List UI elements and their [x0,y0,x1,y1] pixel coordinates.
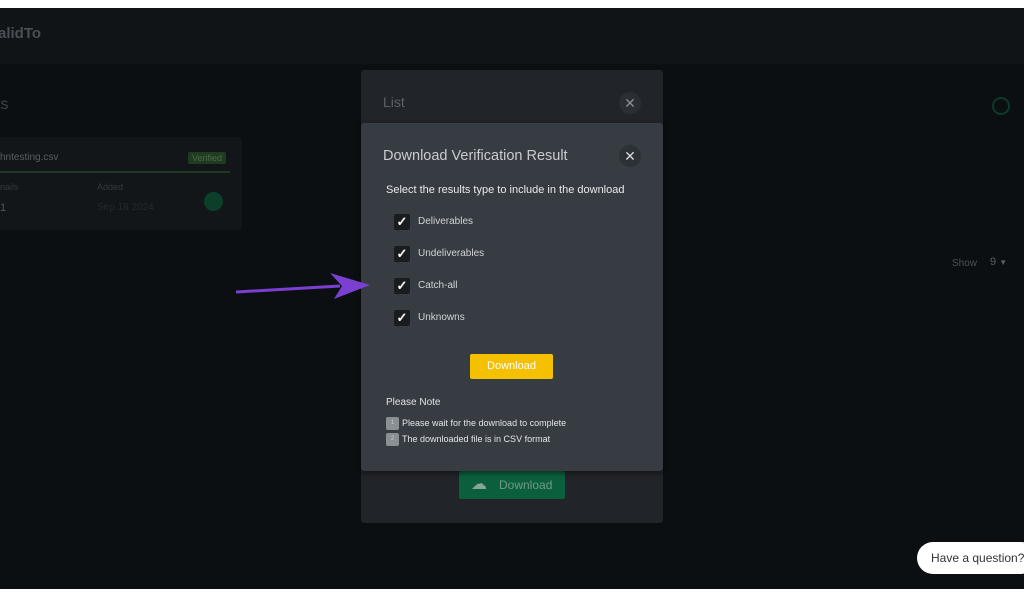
list-card[interactable]: hntesting.csv Verified nails 1 Added Sep… [0,137,242,230]
header: alidTo [0,8,1024,64]
page-title: ts [0,96,9,113]
checkbox-checked-icon[interactable]: ✓ [394,214,410,230]
added-value: Sep 18 2024 [97,202,154,213]
note-item: 2 The downloaded file is in CSV format [386,433,550,446]
cloud-download-icon: ☁ [471,476,487,493]
note-number: 2 [386,433,399,446]
logo: alidTo [0,25,42,42]
arrow-annotation-icon [235,273,370,299]
status-dot[interactable] [204,192,223,211]
checkbox-checked-icon[interactable]: ✓ [394,310,410,326]
added-label: Added [97,182,124,192]
app: alidTo ts hntesting.csv Verified nails 1… [0,8,1024,589]
close-icon[interactable]: ✕ [619,92,641,114]
download-list-button[interactable]: ☁ Download [459,471,565,499]
list-modal-title: List [383,94,405,110]
emails-value: 1 [0,202,7,214]
option-label: Undeliverables [418,248,485,259]
download-button[interactable]: Download [470,354,553,379]
checkbox-checked-icon[interactable]: ✓ [394,278,410,294]
option-label: Deliverables [418,216,474,227]
chevron-down-icon: ▼ [999,258,1008,267]
status-badge: Verified [188,152,227,164]
note-title: Please Note [386,397,441,408]
show-select[interactable]: 9 ▼ [990,256,1007,268]
show-label: Show [952,258,978,269]
progress-line [0,171,230,173]
note-text: Please wait for the download to complete [402,417,567,428]
checkbox-checked-icon[interactable]: ✓ [394,246,410,262]
file-name: hntesting.csv [0,152,59,163]
note-number: 1 [386,417,399,430]
show-value: 9 [990,256,997,268]
option-label: Catch-all [418,280,458,291]
option-label: Unknowns [418,312,465,323]
chat-widget-button[interactable]: Have a question? [917,542,1024,574]
download-list-label: Download [499,478,553,492]
note-item: 1 Please wait for the download to complet… [386,417,566,430]
download-dialog: Download Verification Result ✕ Select th… [361,123,663,471]
note-text: The downloaded file is in CSV format [402,433,551,444]
close-icon[interactable]: ✕ [619,145,641,167]
refresh-icon[interactable] [992,97,1010,115]
dialog-subtitle: Select the results type to include in th… [386,184,625,196]
dialog-title: Download Verification Result [383,148,568,164]
emails-label: nails [0,182,19,192]
